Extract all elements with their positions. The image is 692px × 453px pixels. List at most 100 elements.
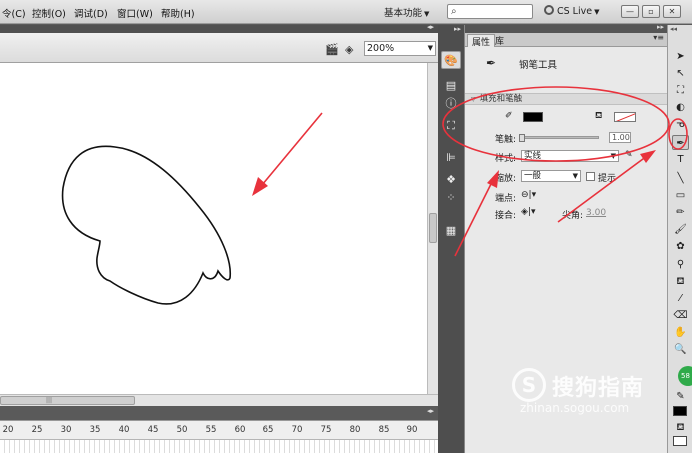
hand-tool-icon[interactable]: ✋ [672, 325, 689, 340]
project-panel-icon[interactable]: ▦ [441, 222, 461, 240]
edit-stroke-style-icon[interactable]: ✎ [625, 150, 633, 160]
edit-symbol-icon[interactable]: ◈ [345, 43, 353, 56]
free-transform-tool-icon[interactable]: ⛶ [672, 83, 689, 98]
motion-presets-icon[interactable]: ⁘ [441, 189, 461, 207]
rectangle-tool-icon[interactable]: ▭ [672, 188, 689, 203]
watermark-url: zhinan.sogou.com [520, 401, 630, 415]
tab-library[interactable]: 库 [491, 34, 508, 47]
timeline-header: ◂▸ [0, 406, 438, 420]
timeline-tick: 55 [205, 425, 217, 435]
scroll-thumb[interactable]: ||| [0, 396, 135, 405]
hint-checkbox[interactable] [586, 172, 595, 181]
eraser-tool-icon[interactable]: ⌫ [672, 308, 689, 323]
menu-control[interactable]: 控制(O) [32, 6, 66, 20]
align-panel-icon[interactable]: ⊫ [441, 149, 461, 167]
eyedropper-tool-icon[interactable]: ⁄ [672, 291, 689, 306]
panel-menu-icon[interactable]: ▾≡ [653, 33, 664, 42]
stroke-slider-thumb[interactable] [519, 134, 525, 142]
timeline-tick: 60 [234, 425, 246, 435]
panel-options-icon[interactable]: ◂▸ [427, 407, 434, 415]
expand-panels-icon[interactable]: ▸▸ [454, 25, 461, 33]
stroke-row: 笔触: 1.00 [465, 131, 668, 145]
restore-button[interactable]: ▫ [642, 5, 660, 18]
section-title: 填充和笔触 [479, 94, 523, 104]
zoom-tool-icon[interactable]: 🔍 [672, 342, 689, 357]
paint-bucket-tool-icon[interactable]: ⛾ [672, 274, 689, 289]
pencil-tool-icon[interactable]: ✏ [672, 205, 689, 220]
fill-color-tool-icon[interactable]: ⛾ [672, 420, 689, 435]
drawn-shape-canvas [61, 145, 232, 305]
timeline-tick: 90 [406, 425, 418, 435]
panel-dock: ▸▸ 🎨 ▤ ⓘ ⛶ ⊫ ❖ ⁘ ▦ [438, 25, 464, 453]
menu-command[interactable]: 令(C) [2, 6, 26, 20]
style-select[interactable]: 实线 ▼ [521, 150, 619, 162]
fill-color-swatch[interactable] [614, 112, 636, 122]
close-button[interactable]: ✕ [663, 5, 681, 18]
stroke-width-field[interactable]: 1.00 [609, 132, 631, 143]
scroll-thumb[interactable] [429, 213, 437, 243]
zoom-select[interactable]: 200% ▼ [364, 41, 436, 56]
3d-rotation-tool-icon[interactable]: ◐ [672, 100, 689, 115]
timeline-tick: 50 [176, 425, 188, 435]
menu-window[interactable]: 窗口(W) [117, 6, 153, 20]
line-tool-icon[interactable]: ╲ [672, 171, 689, 186]
stroke-label: 笔触: [495, 135, 517, 145]
collapse-icon[interactable]: ▸▸ [657, 23, 664, 31]
stage-vertical-scrollbar[interactable] [427, 63, 438, 394]
collapse-icon[interactable]: ◂▸ [427, 23, 434, 31]
panel-header: ▸▸ [465, 23, 668, 33]
timeline-tick: 20 [2, 425, 14, 435]
miter-value[interactable]: 3.00 [586, 208, 606, 218]
menu-help[interactable]: 帮助(H) [161, 6, 195, 20]
subselection-tool-icon[interactable]: ↖ [672, 66, 689, 81]
chevron-down-icon: ▼ [572, 172, 578, 180]
menu-debug[interactable]: 调试(D) [74, 6, 108, 20]
stage-horizontal-scrollbar[interactable]: ||| [0, 394, 438, 406]
cs-live-button[interactable]: CS Live ▼ [544, 5, 599, 17]
deco-tool-icon[interactable]: ✿ [672, 239, 689, 254]
collapse-icon[interactable]: ◂◂ [670, 25, 677, 33]
stroke-slider-track[interactable] [521, 136, 599, 139]
selection-tool-icon[interactable]: ➤ [672, 49, 689, 64]
color-panel-icon[interactable]: 🎨 [441, 51, 461, 69]
minimize-button[interactable]: — [621, 5, 639, 18]
timeline-tick: 85 [378, 425, 390, 435]
scale-row: 缩放: 一般 ▼ 提示 [465, 170, 668, 184]
cap-style-select[interactable]: ⊖|▾ [521, 190, 536, 200]
edit-bar: 🎬 ◈ 200% ▼ [0, 33, 438, 63]
zoom-value: 200% [367, 43, 395, 54]
green-badge: 58 [678, 366, 692, 386]
chevron-down-icon: ▼ [424, 10, 430, 18]
lasso-tool-icon[interactable]: ᓀ [672, 117, 689, 132]
properties-tabs: 属性 库 ▾≡ [465, 33, 668, 48]
search-input[interactable]: ⌕ [447, 4, 533, 19]
workspace-switcher[interactable]: 基本功能 ▼ [384, 5, 429, 19]
pen-tool-icon[interactable]: ✒ [672, 135, 689, 150]
color-row: ✐ ⛾ [465, 111, 668, 125]
chevron-down-icon: ▼ [610, 152, 616, 160]
swatches-panel-icon[interactable]: ▤ [441, 77, 461, 95]
tool-name: 钢笔工具 [519, 60, 558, 71]
drawn-wing-shape [61, 145, 232, 305]
cap-row: 端点: ⊖|▾ [465, 190, 668, 204]
timeline-frames[interactable] [0, 439, 438, 453]
stage-canvas[interactable] [0, 63, 427, 394]
edit-scene-icon[interactable]: 🎬 [325, 43, 339, 56]
pen-tool-icon: ✒ [486, 56, 497, 70]
timeline-tick: 30 [60, 425, 72, 435]
join-style-select[interactable]: ◈|▾ [521, 207, 535, 217]
fill-color-chip[interactable] [673, 436, 687, 446]
section-fill-stroke[interactable]: ▽ 填充和笔触 [465, 93, 668, 105]
bone-tool-icon[interactable]: ⚲ [672, 257, 689, 272]
watermark-text: 搜狗指南 [552, 376, 645, 401]
text-tool-icon[interactable]: T [672, 152, 689, 167]
info-panel-icon[interactable]: ⓘ [441, 95, 461, 113]
transform-panel-icon[interactable]: ⛶ [441, 117, 461, 135]
stroke-color-icon: ✐ [505, 111, 513, 121]
expand-triangle-icon: ▽ [471, 96, 476, 103]
scale-select[interactable]: 一般 ▼ [521, 170, 581, 182]
stroke-color-swatch[interactable] [523, 112, 543, 122]
components-panel-icon[interactable]: ❖ [441, 171, 461, 189]
brush-tool-icon[interactable]: 🖌 [672, 222, 689, 237]
timeline[interactable]: 20 25 30 35 40 45 50 55 60 65 70 75 80 8… [0, 420, 438, 453]
